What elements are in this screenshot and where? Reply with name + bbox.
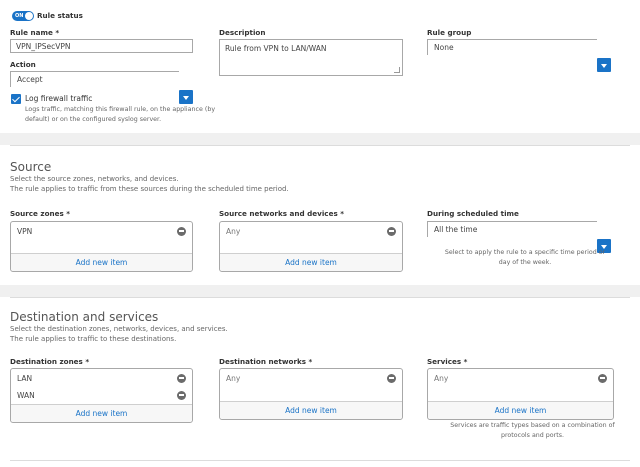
services-label: Services * (427, 357, 468, 366)
destination-networks-any: Any (226, 373, 241, 383)
add-source-network-button[interactable]: Add new item (220, 253, 402, 271)
schedule-help: Select to apply the rule to a specific t… (440, 248, 610, 267)
destination-title: Destination and services (10, 310, 159, 324)
source-networks-label: Source networks and devices * (219, 209, 344, 218)
services-help: Services are traffic types based on a co… (440, 421, 625, 440)
list-item: VPN (11, 222, 192, 240)
description-label: Description (219, 28, 266, 37)
destination-zone-lan: LAN (17, 373, 33, 383)
source-divider (10, 145, 630, 146)
source-networks-list: Any Add new item (219, 221, 403, 272)
resize-handle-icon[interactable] (394, 67, 400, 73)
action-select[interactable]: Accept (10, 71, 179, 87)
rule-status-toggle[interactable]: ON (12, 11, 34, 21)
schedule-value: All the time (434, 225, 478, 234)
list-item: LAN (11, 369, 192, 387)
source-panel: Source Select the source zones, networks… (0, 145, 640, 285)
schedule-select[interactable]: All the time (427, 221, 597, 237)
destination-zone-wan: WAN (17, 390, 35, 400)
rule-group-label: Rule group (427, 28, 472, 37)
log-help-line-1: Logs traffic, matching this firewall rul… (25, 106, 216, 113)
list-item: Any (428, 369, 613, 387)
schedule-help-line-2: day of the week. (498, 258, 552, 266)
source-title: Source (10, 160, 52, 174)
source-zones-label: Source zones * (10, 209, 71, 218)
source-zones-list: VPN Add new item (10, 221, 193, 272)
add-source-zone-button[interactable]: Add new item (11, 253, 192, 271)
destination-divider (10, 297, 630, 298)
schedule-label: During scheduled time (427, 209, 519, 218)
action-label: Action (10, 60, 36, 69)
destination-networks-list: Any Add new item (219, 368, 403, 420)
source-desc-line-2: The rule applies to traffic from these s… (10, 184, 289, 193)
destination-networks-label: Destination networks * (219, 357, 313, 366)
toggle-knob (25, 12, 33, 20)
destination-zones-list: LAN WAN Add new item (10, 368, 193, 423)
rule-panel: ON Rule status Rule name * VPN_IPSecVPN … (0, 0, 640, 133)
add-service-button[interactable]: Add new item (428, 401, 613, 419)
rule-group-dropdown-icon[interactable] (597, 58, 611, 72)
services-help-line-2: protocols and ports. (500, 431, 564, 439)
destination-zones-label: Destination zones * (10, 357, 90, 366)
destination-desc-line-1: Select the destination zones, networks, … (10, 325, 228, 333)
description-textarea[interactable]: Rule from VPN to LAN/WAN (219, 39, 403, 76)
rule-group-value: None (434, 43, 454, 52)
services-any: Any (434, 373, 449, 383)
source-zone-vpn: VPN (17, 226, 33, 236)
destination-desc-line-2: The rule applies to traffic to these des… (10, 334, 177, 343)
description-value: Rule from VPN to LAN/WAN (225, 44, 327, 53)
bottom-divider (10, 460, 630, 461)
source-description: Select the source zones, networks, and d… (10, 175, 289, 194)
rule-group-select[interactable]: None (427, 39, 597, 55)
source-networks-any: Any (226, 226, 241, 236)
remove-icon[interactable] (387, 226, 396, 236)
add-destination-network-button[interactable]: Add new item (220, 401, 402, 419)
action-dropdown-icon[interactable] (179, 90, 193, 104)
add-destination-zone-button[interactable]: Add new item (11, 404, 192, 422)
rule-name-label: Rule name * (10, 28, 60, 37)
destination-panel: Destination and services Select the dest… (0, 297, 640, 467)
schedule-help-line-1: Select to apply the rule to a specific t… (444, 249, 606, 256)
remove-icon[interactable] (177, 373, 186, 383)
action-value: Accept (17, 75, 43, 84)
remove-icon[interactable] (177, 226, 186, 236)
list-item: Any (220, 369, 402, 387)
remove-icon[interactable] (177, 390, 186, 400)
services-list: Any Add new item (427, 368, 614, 420)
destination-description: Select the destination zones, networks, … (10, 325, 228, 344)
toggle-on-text: ON (15, 12, 24, 19)
rule-name-value: VPN_IPSecVPN (16, 41, 71, 51)
services-help-line-1: Services are traffic types based on a co… (450, 422, 615, 429)
remove-icon[interactable] (598, 373, 607, 383)
log-traffic-checkbox[interactable] (11, 94, 21, 104)
source-desc-line-1: Select the source zones, networks, and d… (10, 175, 179, 183)
rule-name-input[interactable]: VPN_IPSecVPN (10, 39, 193, 53)
log-traffic-label: Log firewall traffic (25, 94, 93, 103)
log-help-line-2: default) or on the configured syslog ser… (25, 115, 162, 123)
list-item: WAN (11, 386, 192, 404)
log-traffic-help: Logs traffic, matching this firewall rul… (25, 105, 225, 124)
rule-status-label: Rule status (37, 11, 83, 20)
list-item: Any (220, 222, 402, 240)
remove-icon[interactable] (387, 373, 396, 383)
